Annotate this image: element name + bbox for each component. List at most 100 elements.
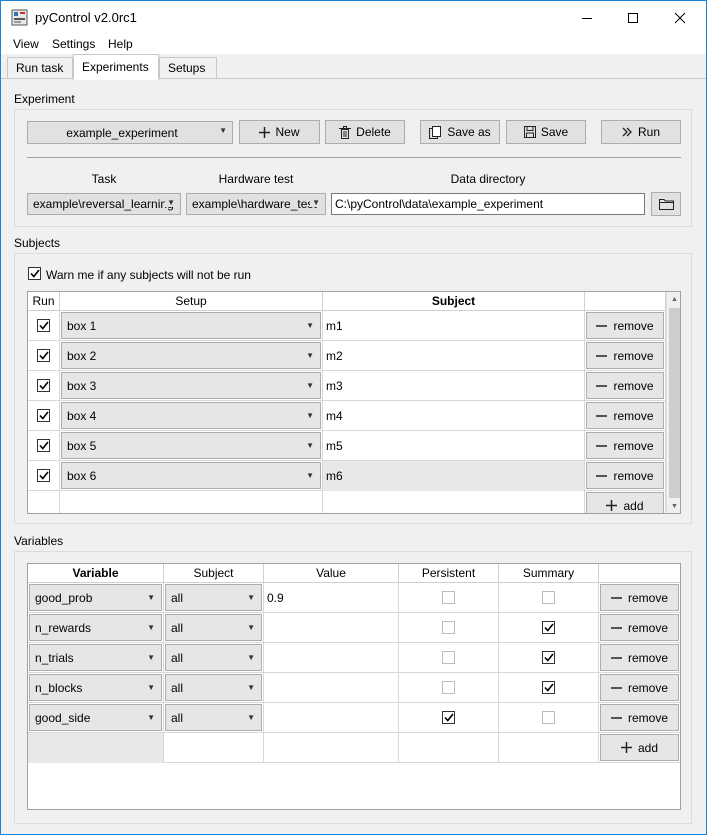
- menu-settings[interactable]: Settings: [52, 37, 95, 51]
- value-cell[interactable]: [264, 703, 399, 733]
- value-cell[interactable]: [264, 643, 399, 673]
- run-checkbox[interactable]: [37, 319, 50, 332]
- persistent-checkbox[interactable]: [442, 651, 455, 664]
- subject-select[interactable]: all ▼: [165, 674, 262, 701]
- experiment-select[interactable]: example_experiment ▼: [27, 121, 233, 144]
- save-button[interactable]: Save: [506, 120, 586, 144]
- tab-setups[interactable]: Setups: [159, 57, 217, 79]
- subject-select[interactable]: all ▼: [165, 644, 262, 671]
- data-directory-input[interactable]: C:\pyControl\data\example_experiment: [331, 193, 645, 215]
- subject-cell[interactable]: m6: [323, 461, 585, 491]
- subject-cell[interactable]: m2: [323, 341, 585, 371]
- hardware-test-label: Hardware test: [218, 172, 294, 186]
- minimize-button[interactable]: [564, 1, 610, 34]
- column-header-setup[interactable]: Setup: [60, 292, 323, 311]
- add-subject-button[interactable]: add: [586, 492, 664, 513]
- run-checkbox[interactable]: [37, 409, 50, 422]
- subject-cell[interactable]: m5: [323, 431, 585, 461]
- summary-checkbox[interactable]: [542, 711, 555, 724]
- action-cell: remove: [585, 431, 666, 461]
- setup-select[interactable]: box 1 ▼: [61, 312, 321, 339]
- browse-folder-button[interactable]: [651, 192, 681, 216]
- subject-select[interactable]: all ▼: [165, 614, 262, 641]
- variable-select[interactable]: good_prob ▼: [29, 584, 162, 611]
- persistent-checkbox[interactable]: [442, 711, 455, 724]
- variable-select[interactable]: n_rewards ▼: [29, 614, 162, 641]
- summary-checkbox[interactable]: [542, 651, 555, 664]
- summary-cell: [499, 613, 599, 643]
- subject-select-value: all: [171, 620, 184, 635]
- menu-help[interactable]: Help: [108, 37, 133, 51]
- remove-subject-button[interactable]: remove: [586, 372, 664, 399]
- subject-cell[interactable]: m4: [323, 401, 585, 431]
- column-header-subject[interactable]: Subject: [323, 292, 585, 311]
- summary-checkbox[interactable]: [542, 591, 555, 604]
- column-header-value[interactable]: Value: [264, 564, 399, 583]
- run-checkbox[interactable]: [37, 379, 50, 392]
- add-variable-button[interactable]: add: [600, 734, 679, 761]
- subjects-scrollbar[interactable]: ▲ ▼: [666, 292, 680, 513]
- hardware-test-select[interactable]: example\hardware_test ▼: [186, 193, 326, 215]
- value-cell[interactable]: 0.9: [264, 583, 399, 613]
- remove-subject-button[interactable]: remove: [586, 462, 664, 489]
- value-cell[interactable]: [264, 673, 399, 703]
- scroll-down-icon[interactable]: ▼: [667, 499, 680, 513]
- task-select[interactable]: example\reversal_learning ▼: [27, 193, 181, 215]
- column-header-subject[interactable]: Subject: [164, 564, 264, 583]
- plus-icon: [259, 126, 271, 138]
- column-header-run[interactable]: Run: [28, 292, 60, 311]
- variable-select[interactable]: n_blocks ▼: [29, 674, 162, 701]
- remove-variable-button[interactable]: remove: [600, 644, 679, 671]
- run-checkbox[interactable]: [37, 469, 50, 482]
- subject-cell[interactable]: m1: [323, 311, 585, 341]
- column-header-persistent[interactable]: Persistent: [399, 564, 499, 583]
- minus-icon: [596, 384, 608, 387]
- persistent-checkbox[interactable]: [442, 681, 455, 694]
- tab-run-task[interactable]: Run task: [7, 57, 73, 79]
- remove-variable-button[interactable]: remove: [600, 704, 679, 731]
- setup-select[interactable]: box 4 ▼: [61, 402, 321, 429]
- table-row: n_trials ▼ all ▼ remove: [28, 643, 680, 673]
- menu-view[interactable]: View: [13, 37, 39, 51]
- maximize-button[interactable]: [610, 1, 656, 34]
- remove-subject-button[interactable]: remove: [586, 312, 664, 339]
- remove-variable-button[interactable]: remove: [600, 584, 679, 611]
- subject-name: m4: [326, 409, 343, 423]
- close-button[interactable]: [657, 1, 703, 34]
- subject-cell[interactable]: m3: [323, 371, 585, 401]
- delete-button[interactable]: Delete: [325, 120, 405, 144]
- persistent-checkbox[interactable]: [442, 591, 455, 604]
- setup-select[interactable]: box 6 ▼: [61, 462, 321, 489]
- remove-variable-button[interactable]: remove: [600, 674, 679, 701]
- chevron-down-icon: ▼: [247, 623, 255, 632]
- setup-select[interactable]: box 2 ▼: [61, 342, 321, 369]
- column-header-variable[interactable]: Variable: [28, 564, 164, 583]
- new-button[interactable]: New: [239, 120, 320, 144]
- save-as-button[interactable]: Save as: [420, 120, 500, 144]
- variable-select[interactable]: n_trials ▼: [29, 644, 162, 671]
- table-row: box 5 ▼ m5 remove: [28, 431, 666, 461]
- setup-select[interactable]: box 3 ▼: [61, 372, 321, 399]
- setup-select[interactable]: box 5 ▼: [61, 432, 321, 459]
- persistent-checkbox[interactable]: [442, 621, 455, 634]
- add-row: add: [28, 733, 680, 763]
- tab-experiments[interactable]: Experiments: [73, 54, 159, 80]
- remove-subject-button[interactable]: remove: [586, 342, 664, 369]
- remove-variable-button[interactable]: remove: [600, 614, 679, 641]
- variable-select[interactable]: good_side ▼: [29, 704, 162, 731]
- scroll-up-icon[interactable]: ▲: [667, 292, 680, 307]
- chevron-down-icon: ▼: [306, 381, 314, 390]
- run-button[interactable]: Run: [601, 120, 681, 144]
- run-checkbox[interactable]: [37, 349, 50, 362]
- subject-select[interactable]: all ▼: [165, 704, 262, 731]
- warn-checkbox[interactable]: [28, 267, 41, 280]
- column-header-summary[interactable]: Summary: [499, 564, 599, 583]
- value-cell[interactable]: [264, 613, 399, 643]
- run-checkbox[interactable]: [37, 439, 50, 452]
- summary-checkbox[interactable]: [542, 681, 555, 694]
- remove-subject-button[interactable]: remove: [586, 402, 664, 429]
- remove-subject-button[interactable]: remove: [586, 432, 664, 459]
- subject-select[interactable]: all ▼: [165, 584, 262, 611]
- scrollbar-thumb[interactable]: [669, 308, 680, 498]
- summary-checkbox[interactable]: [542, 621, 555, 634]
